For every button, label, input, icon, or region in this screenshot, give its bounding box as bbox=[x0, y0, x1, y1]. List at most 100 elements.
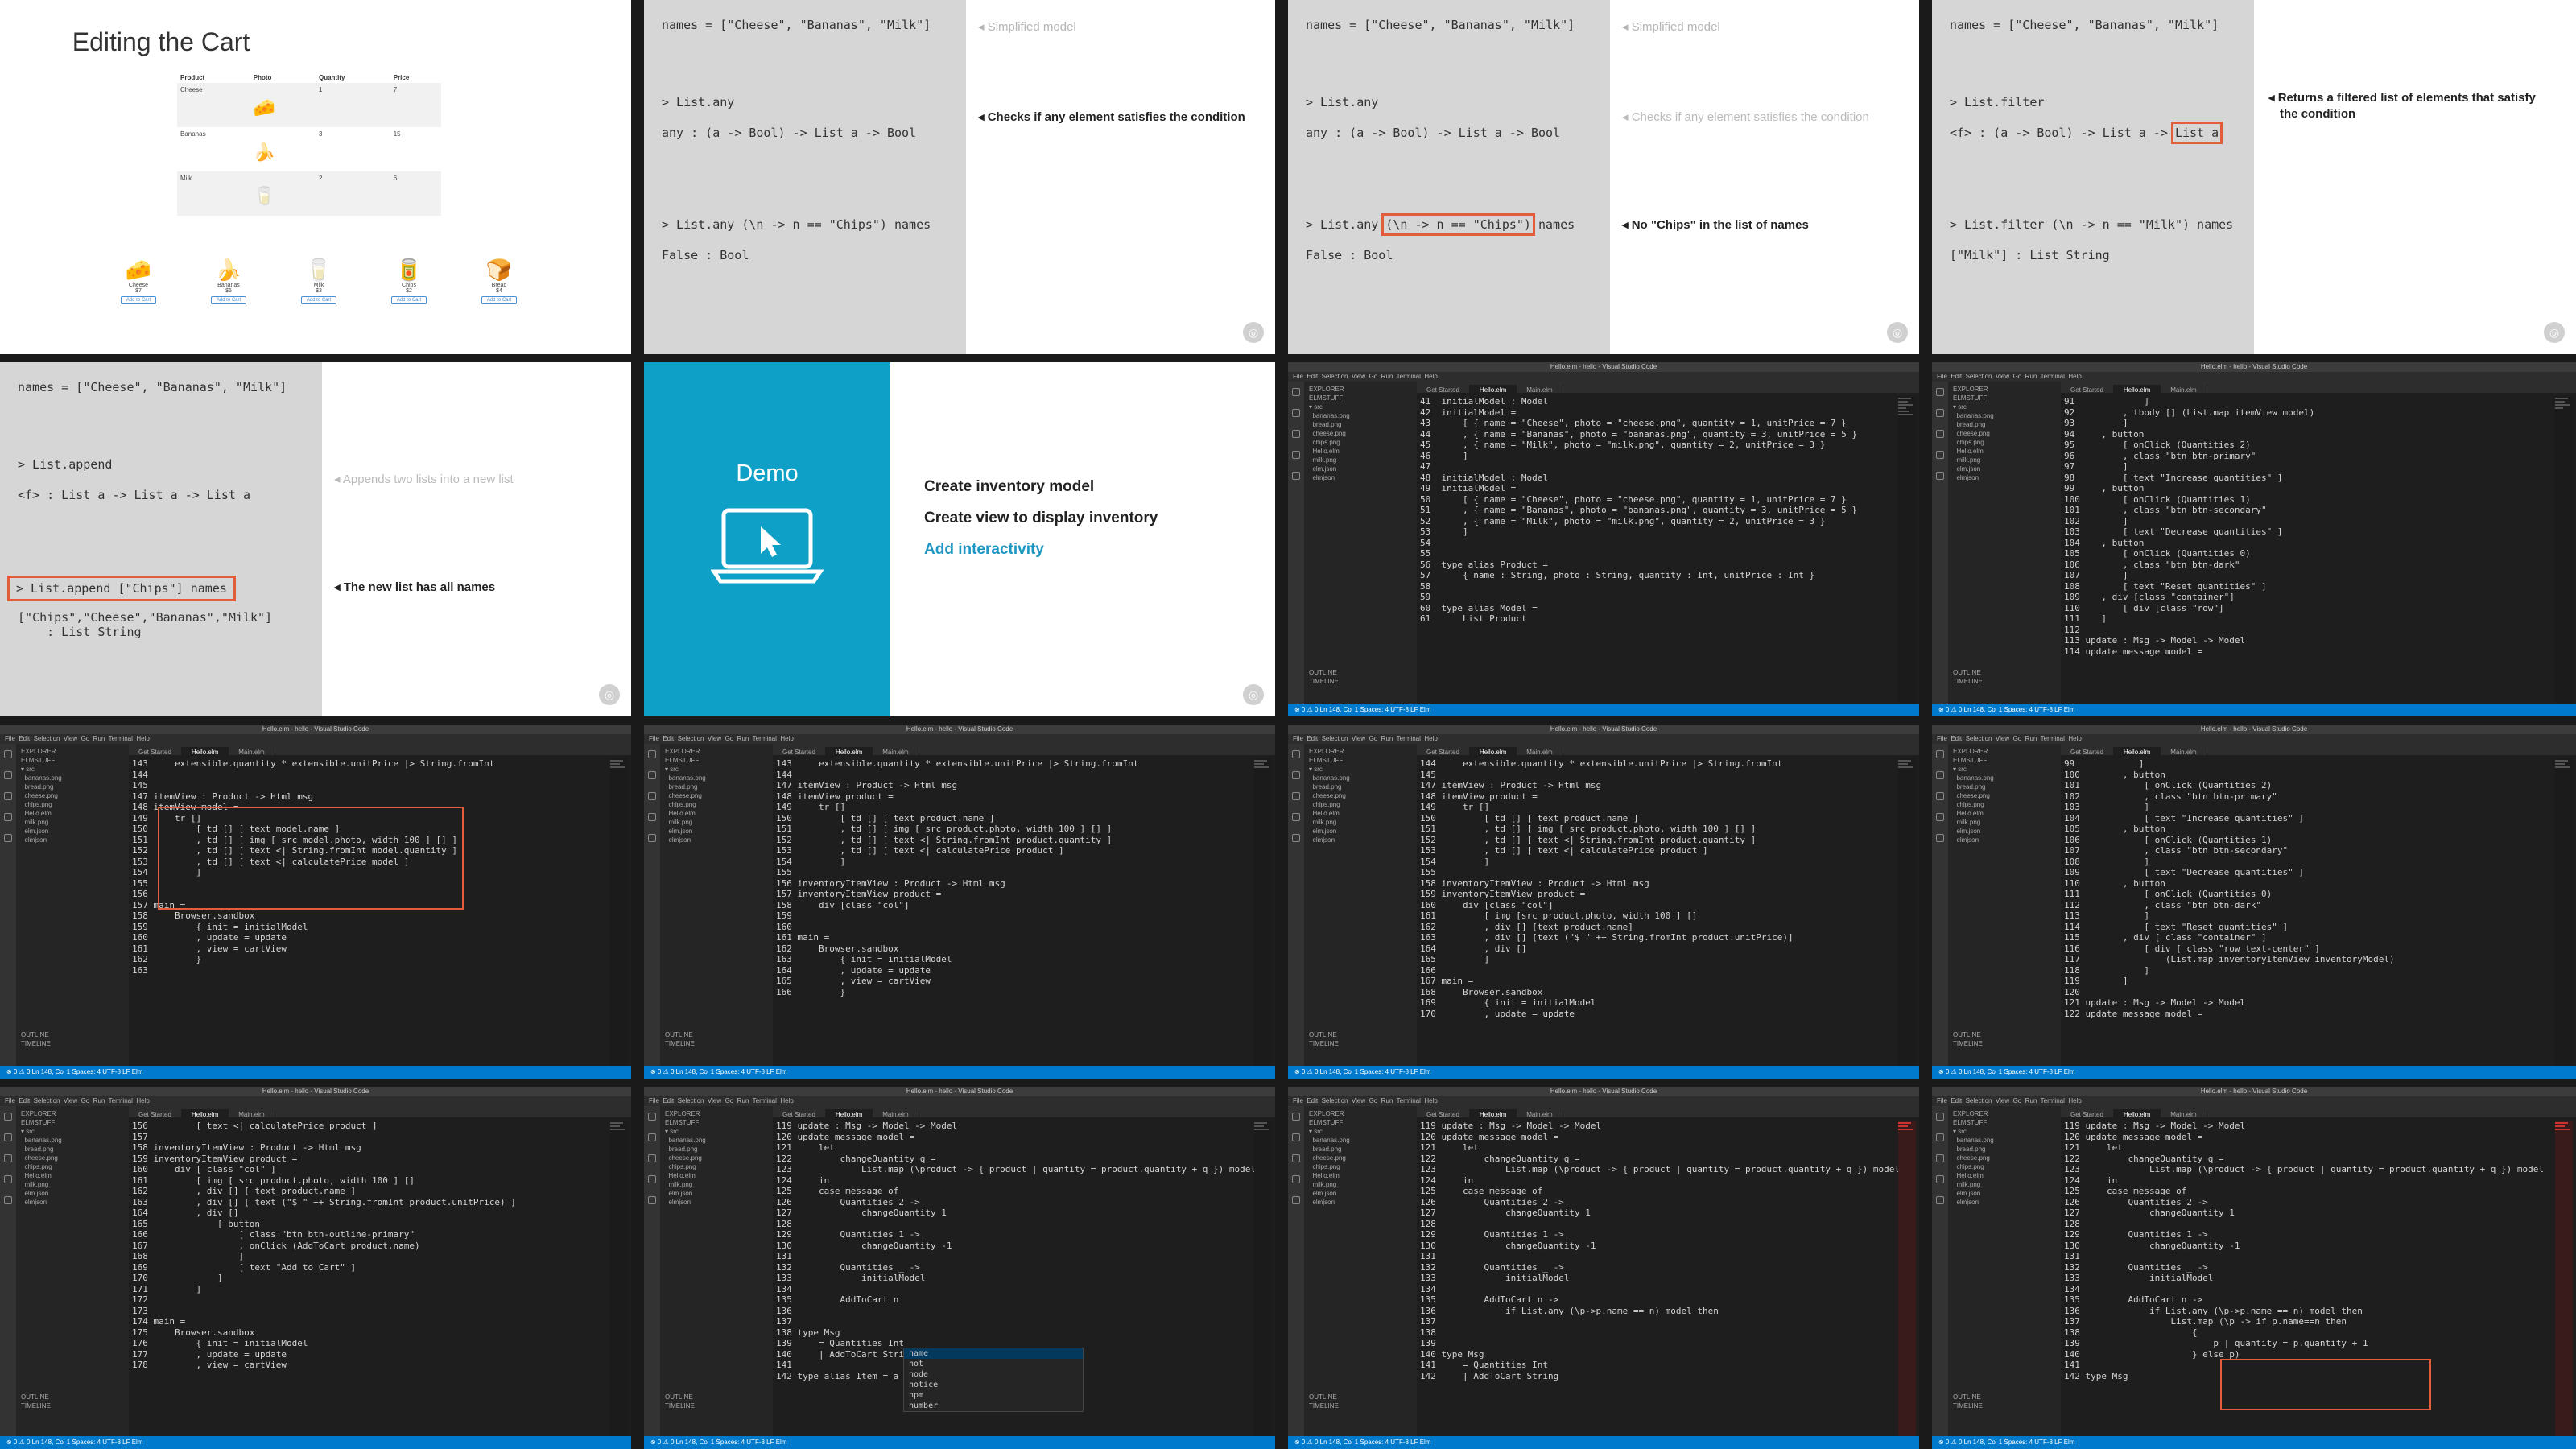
extensions-icon[interactable] bbox=[4, 1196, 12, 1204]
tab-get-started[interactable]: Get Started bbox=[2061, 747, 2114, 758]
extensions-icon[interactable] bbox=[1292, 834, 1300, 842]
files-icon[interactable] bbox=[4, 1113, 12, 1121]
search-icon[interactable] bbox=[1292, 1133, 1300, 1141]
extensions-icon[interactable] bbox=[1936, 472, 1944, 480]
tab-hello-elm[interactable]: Hello.elm bbox=[2113, 1109, 2161, 1121]
menu-bar[interactable]: File Edit Selection View Go Run Terminal… bbox=[1288, 1096, 1919, 1106]
minimap[interactable] bbox=[610, 1121, 628, 1436]
run-icon[interactable] bbox=[1292, 1175, 1300, 1183]
extensions-icon[interactable] bbox=[1936, 834, 1944, 842]
code-editor[interactable]: 144 extensible.quantity * extensible.uni… bbox=[1417, 758, 1895, 1066]
source-control-icon[interactable] bbox=[4, 1154, 12, 1162]
menu-bar[interactable]: File Edit Selection View Go Run Terminal… bbox=[644, 1096, 1275, 1106]
code-editor[interactable]: 156 [ text <| calculatePrice product ] 1… bbox=[129, 1121, 607, 1436]
explorer-panel[interactable]: EXPLORER ELMSTUFF ▾ src bananas.png brea… bbox=[16, 744, 129, 1066]
tab-hello-elm[interactable]: Hello.elm bbox=[1469, 747, 1517, 758]
suggestion-item[interactable]: not bbox=[904, 1359, 1083, 1369]
files-icon[interactable] bbox=[648, 1113, 656, 1121]
tab-get-started[interactable]: Get Started bbox=[2061, 385, 2114, 396]
menu-bar[interactable]: File Edit Selection View Go Run Terminal… bbox=[644, 734, 1275, 744]
tab-hello-elm[interactable]: Hello.elm bbox=[1469, 1109, 1517, 1121]
tab-hello-elm[interactable]: Hello.elm bbox=[1469, 385, 1517, 396]
search-icon[interactable] bbox=[1936, 1133, 1944, 1141]
tab-get-started[interactable]: Get Started bbox=[1417, 1109, 1470, 1121]
run-icon[interactable] bbox=[4, 1175, 12, 1183]
menu-bar[interactable]: File Edit Selection View Go Run Terminal… bbox=[1932, 734, 2576, 744]
minimap[interactable] bbox=[2555, 396, 2573, 704]
search-icon[interactable] bbox=[1292, 771, 1300, 779]
search-icon[interactable] bbox=[648, 1133, 656, 1141]
source-control-icon[interactable] bbox=[648, 792, 656, 800]
explorer-panel[interactable]: EXPLORER ELMSTUFF ▾ src bananas.png brea… bbox=[1304, 744, 1417, 1066]
menu-bar[interactable]: File Edit Selection View Go Run Terminal… bbox=[0, 1096, 631, 1106]
explorer-panel[interactable]: EXPLORER ELMSTUFF ▾ src bananas.png brea… bbox=[1304, 1106, 1417, 1436]
search-icon[interactable] bbox=[1936, 409, 1944, 417]
menu-bar[interactable]: File Edit Selection View Go Run Terminal… bbox=[1288, 734, 1919, 744]
tab-main-elm[interactable]: Main.elm bbox=[1517, 747, 1563, 758]
search-icon[interactable] bbox=[1936, 771, 1944, 779]
tab-get-started[interactable]: Get Started bbox=[2061, 1109, 2114, 1121]
source-control-icon[interactable] bbox=[1292, 1154, 1300, 1162]
suggestion-item[interactable]: number bbox=[904, 1401, 1083, 1411]
extensions-icon[interactable] bbox=[1292, 1196, 1300, 1204]
extensions-icon[interactable] bbox=[648, 834, 656, 842]
tab-hello-elm[interactable]: Hello.elm bbox=[825, 1109, 873, 1121]
tab-hello-elm[interactable]: Hello.elm bbox=[181, 747, 229, 758]
search-icon[interactable] bbox=[1292, 409, 1300, 417]
run-icon[interactable] bbox=[1292, 813, 1300, 821]
tab-get-started[interactable]: Get Started bbox=[773, 1109, 826, 1121]
extensions-icon[interactable] bbox=[648, 1196, 656, 1204]
run-icon[interactable] bbox=[1936, 1175, 1944, 1183]
tab-get-started[interactable]: Get Started bbox=[1417, 385, 1470, 396]
explorer-panel[interactable]: EXPLORER ELMSTUFF ▾ src bananas.png brea… bbox=[660, 1106, 773, 1436]
tab-main-elm[interactable]: Main.elm bbox=[2161, 747, 2207, 758]
tab-hello-elm[interactable]: Hello.elm bbox=[181, 1109, 229, 1121]
add-to-cart-button[interactable]: Add to Cart bbox=[121, 296, 156, 304]
tab-get-started[interactable]: Get Started bbox=[129, 747, 182, 758]
source-control-icon[interactable] bbox=[4, 792, 12, 800]
tab-main-elm[interactable]: Main.elm bbox=[229, 1109, 275, 1121]
tab-get-started[interactable]: Get Started bbox=[1417, 747, 1470, 758]
files-icon[interactable] bbox=[1292, 750, 1300, 758]
extensions-icon[interactable] bbox=[1936, 1196, 1944, 1204]
code-editor[interactable]: 143 extensible.quantity * extensible.uni… bbox=[773, 758, 1251, 1066]
code-editor[interactable]: 91 ] 92 , tbody [] (List.map itemView mo… bbox=[2061, 396, 2552, 704]
add-to-cart-button[interactable]: Add to Cart bbox=[211, 296, 246, 304]
extensions-icon[interactable] bbox=[4, 834, 12, 842]
tab-hello-elm[interactable]: Hello.elm bbox=[825, 747, 873, 758]
run-icon[interactable] bbox=[1292, 451, 1300, 459]
extensions-icon[interactable] bbox=[1292, 472, 1300, 480]
minimap[interactable] bbox=[2555, 758, 2573, 1066]
search-icon[interactable] bbox=[4, 771, 12, 779]
explorer-panel[interactable]: EXPLORER ELMSTUFF ▾ src bananas.png brea… bbox=[1948, 1106, 2061, 1436]
menu-bar[interactable]: File Edit Selection View Go Run Terminal… bbox=[1932, 1096, 2576, 1106]
source-control-icon[interactable] bbox=[1936, 1154, 1944, 1162]
files-icon[interactable] bbox=[1936, 1113, 1944, 1121]
files-icon[interactable] bbox=[4, 750, 12, 758]
tab-get-started[interactable]: Get Started bbox=[773, 747, 826, 758]
tab-get-started[interactable]: Get Started bbox=[129, 1109, 182, 1121]
run-icon[interactable] bbox=[648, 1175, 656, 1183]
autocomplete-list[interactable]: name not node notice npm number bbox=[903, 1348, 1084, 1412]
add-to-cart-button[interactable]: Add to Cart bbox=[301, 296, 336, 304]
minimap[interactable] bbox=[1254, 1121, 1272, 1436]
search-icon[interactable] bbox=[4, 1133, 12, 1141]
explorer-panel[interactable]: EXPLORER ELMSTUFF ▾ src bananas.png brea… bbox=[16, 1106, 129, 1436]
explorer-panel[interactable]: EXPLORER ELMSTUFF ▾ src bananas.png brea… bbox=[660, 744, 773, 1066]
code-editor[interactable]: 143 extensible.quantity * extensible.uni… bbox=[129, 758, 607, 1066]
tab-main-elm[interactable]: Main.elm bbox=[2161, 1109, 2207, 1121]
menu-bar[interactable]: File Edit Selection View Go Run Terminal… bbox=[0, 734, 631, 744]
tab-main-elm[interactable]: Main.elm bbox=[229, 747, 275, 758]
tab-main-elm[interactable]: Main.elm bbox=[873, 747, 919, 758]
files-icon[interactable] bbox=[1936, 750, 1944, 758]
files-icon[interactable] bbox=[1292, 388, 1300, 396]
menu-bar[interactable]: File Edit Selection View Go Run Terminal… bbox=[1288, 372, 1919, 382]
code-editor[interactable]: 99 ] 100 , button 101 [ onClick (Quantit… bbox=[2061, 758, 2552, 1066]
tab-hello-elm[interactable]: Hello.elm bbox=[2113, 747, 2161, 758]
search-icon[interactable] bbox=[648, 771, 656, 779]
tab-main-elm[interactable]: Main.elm bbox=[1517, 1109, 1563, 1121]
minimap[interactable] bbox=[1898, 758, 1916, 1066]
explorer-panel[interactable]: EXPLORER ELMSTUFF ▾ src bananas.png brea… bbox=[1948, 382, 2061, 704]
suggestion-item[interactable]: node bbox=[904, 1369, 1083, 1380]
source-control-icon[interactable] bbox=[1936, 792, 1944, 800]
